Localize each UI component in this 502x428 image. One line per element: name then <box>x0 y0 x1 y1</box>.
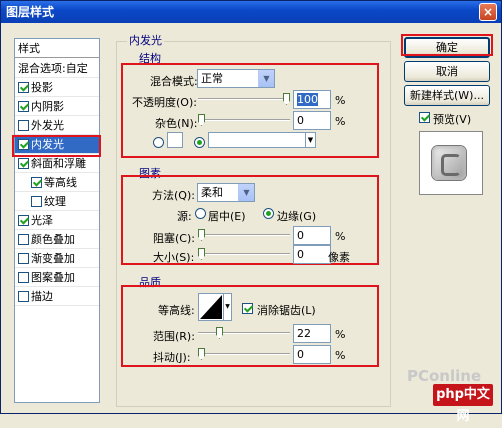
ok-button[interactable]: 确定 <box>404 37 490 58</box>
style-item-color-overlay[interactable]: 颜色叠加 <box>15 230 99 249</box>
checkbox-icon[interactable] <box>18 291 29 302</box>
structure-title: 结构 <box>139 52 161 65</box>
range-unit: % <box>335 328 346 341</box>
style-item-inner-glow[interactable]: 内发光 <box>15 135 99 154</box>
noise-unit: % <box>335 115 346 128</box>
elements-title: 图素 <box>139 167 161 180</box>
size-input[interactable]: 0 <box>293 245 331 264</box>
contour-picker[interactable]: ▼ <box>198 293 232 321</box>
new-style-button[interactable]: 新建样式(W)... <box>404 85 490 106</box>
preview-label: 预览(V) <box>433 113 472 126</box>
contour-curve-icon <box>200 295 222 319</box>
contour-label: 等高线: <box>158 304 195 317</box>
source-label: 源: <box>177 210 192 223</box>
checkbox-icon[interactable] <box>18 139 29 150</box>
slider-thumb-icon[interactable] <box>198 348 205 360</box>
noise-label: 杂色(N): <box>155 117 198 130</box>
choke-label: 阻塞(C): <box>153 232 195 245</box>
slider-thumb-icon[interactable] <box>283 93 290 105</box>
cancel-button[interactable]: 取消 <box>404 61 490 82</box>
chevron-down-icon[interactable]: ▼ <box>258 70 274 87</box>
opacity-unit: % <box>335 94 346 107</box>
antialias-label: 消除锯齿(L) <box>257 304 316 317</box>
checkbox-icon[interactable] <box>18 234 29 245</box>
opacity-input[interactable]: 100 <box>293 90 331 109</box>
style-preview <box>419 131 483 195</box>
blend-mode-label: 混合模式: <box>150 75 198 88</box>
method-label: 方法(Q): <box>152 189 195 202</box>
source-center-radio[interactable] <box>195 208 206 219</box>
style-item-blending-options[interactable]: 混合选项:自定 <box>15 59 99 78</box>
jitter-slider[interactable] <box>198 348 290 360</box>
source-center-label: 居中(E) <box>208 210 246 223</box>
gradient-picker[interactable]: ▼ <box>208 132 316 148</box>
style-list: 样式 混合选项:自定 投影 内阴影 外发光 内发光 斜面和浮雕 等高线 纹理 光… <box>14 38 100 403</box>
method-select[interactable]: 柔和 ▼ <box>197 183 255 202</box>
noise-slider[interactable] <box>198 114 290 126</box>
choke-unit: % <box>335 230 346 243</box>
title-bar: 图层样式 × <box>1 1 501 23</box>
checkbox-icon[interactable] <box>18 272 29 283</box>
chevron-down-icon[interactable]: ▼ <box>305 133 315 147</box>
style-item-inner-shadow[interactable]: 内阴影 <box>15 97 99 116</box>
checkbox-icon[interactable] <box>18 120 29 131</box>
style-item-satin[interactable]: 光泽 <box>15 211 99 230</box>
gradient-radio[interactable] <box>194 137 205 148</box>
style-item-texture[interactable]: 纹理 <box>15 192 99 211</box>
watermark-pconline: PConline <box>407 367 482 385</box>
quality-title: 品质 <box>139 276 161 289</box>
opacity-label: 不透明度(O): <box>132 96 197 109</box>
range-input[interactable]: 22 <box>293 324 331 343</box>
checkbox-icon[interactable] <box>18 82 29 93</box>
preview-checkbox[interactable] <box>419 112 430 123</box>
chevron-down-icon[interactable]: ▼ <box>238 184 254 201</box>
range-label: 范围(R): <box>153 330 195 343</box>
style-item-gradient-overlay[interactable]: 渐变叠加 <box>15 249 99 268</box>
layer-style-dialog: 图层样式 × 样式 混合选项:自定 投影 内阴影 外发光 内发光 斜面和浮雕 等… <box>0 0 502 424</box>
style-list-header: 样式 <box>15 39 99 58</box>
window-title: 图层样式 <box>6 5 55 19</box>
opacity-slider[interactable] <box>198 93 290 105</box>
source-edge-radio[interactable] <box>263 208 274 219</box>
choke-input[interactable]: 0 <box>293 226 331 245</box>
antialias-checkbox[interactable] <box>242 303 253 314</box>
glow-color-swatch[interactable] <box>167 132 183 148</box>
slider-thumb-icon[interactable] <box>198 248 205 260</box>
noise-input[interactable]: 0 <box>293 111 331 130</box>
close-icon[interactable]: × <box>479 3 497 21</box>
checkbox-icon[interactable] <box>18 101 29 112</box>
chevron-down-icon[interactable]: ▼ <box>223 294 231 320</box>
style-item-pattern-overlay[interactable]: 图案叠加 <box>15 268 99 287</box>
watermark-php-logo: php中文网 <box>433 384 493 424</box>
checkbox-icon[interactable] <box>31 196 42 207</box>
blend-mode-select[interactable]: 正常 ▼ <box>197 69 275 88</box>
checkbox-icon[interactable] <box>18 253 29 264</box>
slider-thumb-icon[interactable] <box>216 327 223 339</box>
checkbox-icon[interactable] <box>18 215 29 226</box>
jitter-input[interactable]: 0 <box>293 345 331 364</box>
style-item-contour[interactable]: 等高线 <box>15 173 99 192</box>
solid-color-radio[interactable] <box>153 137 164 148</box>
style-item-stroke[interactable]: 描边 <box>15 287 99 306</box>
size-unit: 像素 <box>328 251 350 264</box>
size-label: 大小(S): <box>153 251 195 264</box>
checkbox-icon[interactable] <box>18 158 29 169</box>
source-edge-label: 边缘(G) <box>277 210 317 223</box>
style-item-bevel-emboss[interactable]: 斜面和浮雕 <box>15 154 99 173</box>
preview-thumbnail-icon <box>432 146 466 180</box>
choke-slider[interactable] <box>198 229 290 241</box>
size-slider[interactable] <box>198 248 290 260</box>
range-slider[interactable] <box>198 327 290 339</box>
style-item-drop-shadow[interactable]: 投影 <box>15 78 99 97</box>
slider-thumb-icon[interactable] <box>198 229 205 241</box>
jitter-label: 抖动(J): <box>153 351 191 364</box>
slider-thumb-icon[interactable] <box>198 114 205 126</box>
jitter-unit: % <box>335 349 346 362</box>
checkbox-icon[interactable] <box>31 177 42 188</box>
panel-title: 内发光 <box>127 32 164 48</box>
style-item-outer-glow[interactable]: 外发光 <box>15 116 99 135</box>
